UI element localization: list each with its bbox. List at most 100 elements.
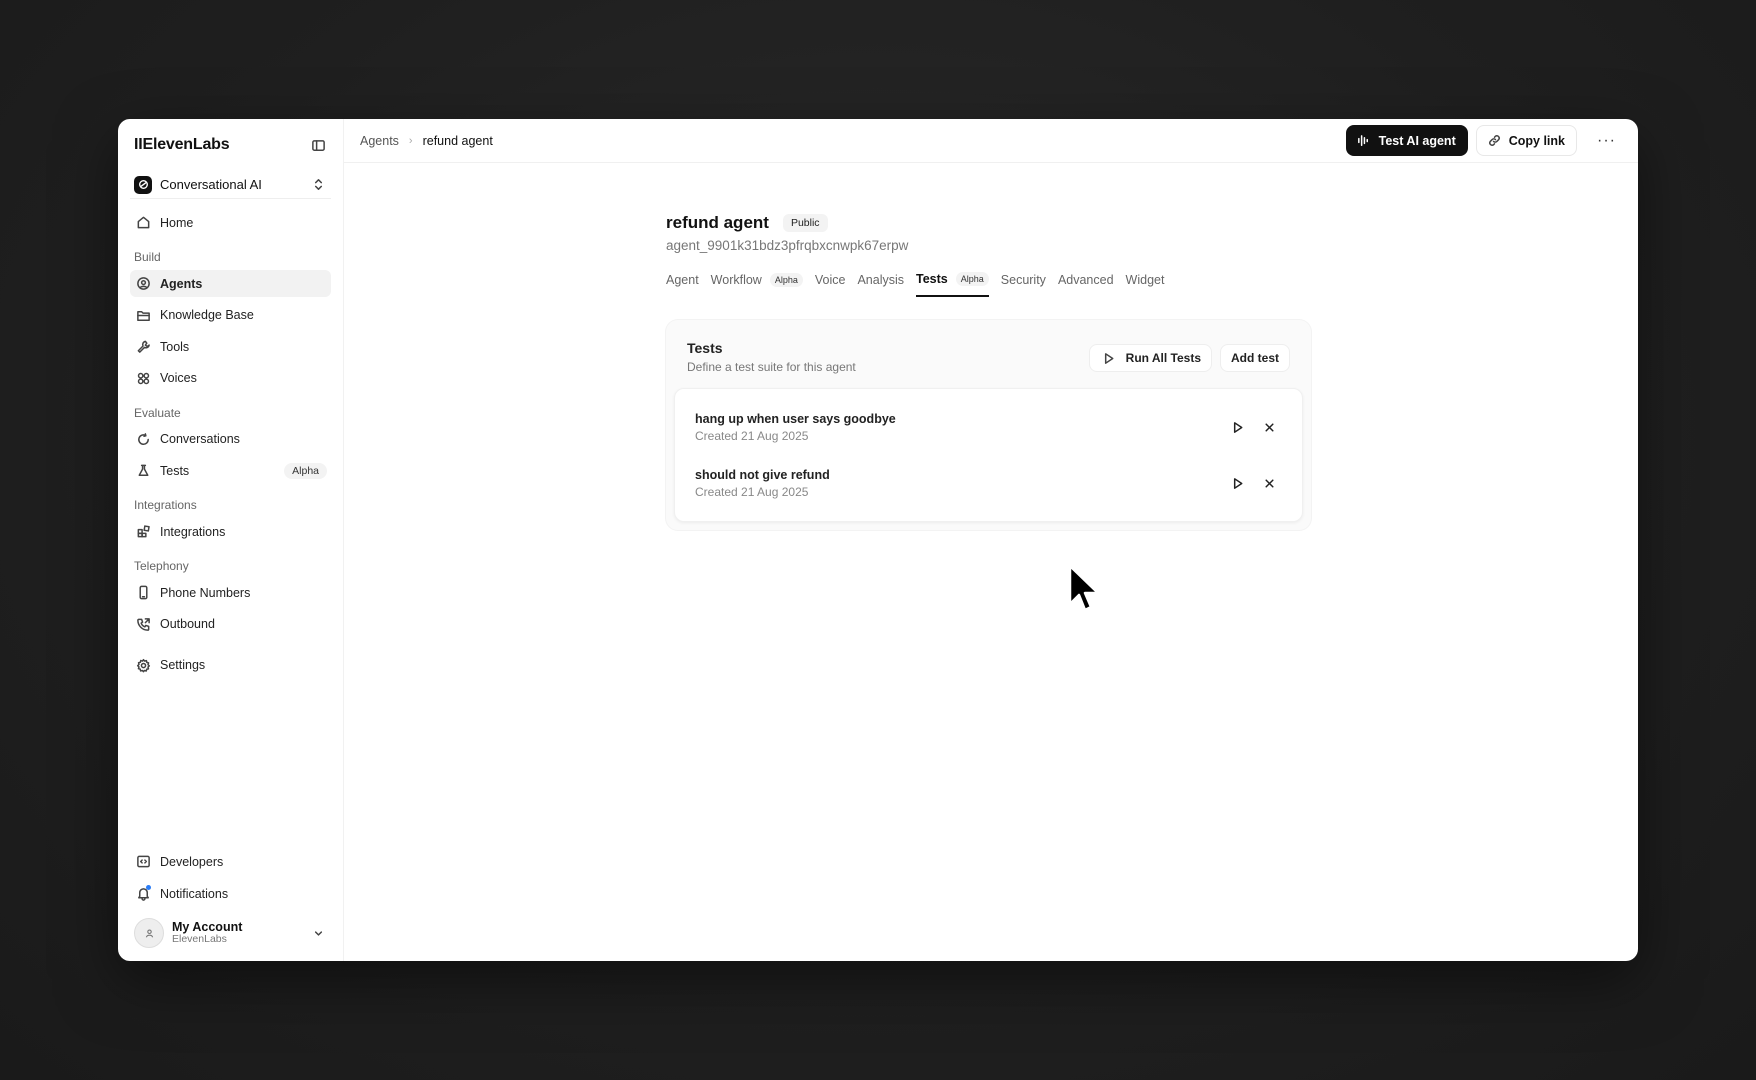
brand-logo[interactable]: IIElevenLabs bbox=[134, 136, 230, 154]
sidebar-item-integrations[interactable]: Integrations bbox=[130, 518, 331, 545]
sidebar-item-label: Conversations bbox=[160, 432, 240, 447]
test-ai-agent-button[interactable]: Test AI agent bbox=[1345, 125, 1468, 156]
account-menu[interactable]: My Account ElevenLabs bbox=[130, 915, 331, 951]
workspace-switcher[interactable]: Conversational AI bbox=[130, 171, 331, 199]
sidebar-item-home[interactable]: Home bbox=[130, 209, 331, 236]
notification-dot bbox=[146, 884, 151, 890]
sidebar-item-label: Integrations bbox=[160, 524, 226, 539]
agent-content: refund agent Public agent_9901k31bdz3pfr… bbox=[666, 213, 1311, 530]
waveform-icon bbox=[1355, 132, 1373, 150]
sidebar-item-label: Settings bbox=[160, 658, 206, 673]
sidebar-item-outbound[interactable]: Outbound bbox=[130, 611, 331, 638]
sidebar-bottom: Developers Notifications My Account Elev… bbox=[130, 848, 331, 951]
gear-icon bbox=[134, 656, 152, 674]
breadcrumb-current: refund agent bbox=[422, 133, 493, 148]
tab-analysis[interactable]: Analysis bbox=[857, 272, 904, 297]
tab-label: Tests bbox=[916, 272, 948, 286]
copy-link-button[interactable]: Copy link bbox=[1475, 125, 1577, 156]
sidebar-item-knowledge-base[interactable]: Knowledge Base bbox=[130, 302, 331, 329]
sidebar-item-label: Developers bbox=[160, 854, 224, 869]
folder-icon bbox=[134, 306, 152, 324]
workspace-icon bbox=[134, 175, 152, 194]
agent-title: refund agent bbox=[666, 213, 769, 232]
visibility-badge: Public bbox=[782, 214, 828, 232]
alpha-badge: Alpha bbox=[955, 272, 989, 286]
bell-icon bbox=[134, 884, 152, 903]
alpha-badge: Alpha bbox=[284, 462, 327, 479]
flask-icon bbox=[134, 462, 152, 480]
play-icon[interactable] bbox=[1228, 474, 1246, 492]
test-name: hang up when user says goodbye bbox=[695, 411, 896, 426]
workspace-label: Conversational AI bbox=[160, 177, 262, 192]
play-icon[interactable] bbox=[1228, 418, 1246, 436]
sidebar-item-tools[interactable]: Tools bbox=[130, 333, 331, 360]
tab-label: Widget bbox=[1125, 273, 1165, 287]
code-box-icon bbox=[134, 853, 152, 871]
more-options-icon[interactable]: ··· bbox=[1591, 125, 1622, 156]
play-icon bbox=[1100, 349, 1118, 367]
sidebar-item-tests[interactable]: Tests Alpha bbox=[130, 457, 331, 484]
test-created: Created 21 Aug 2025 bbox=[695, 484, 809, 499]
sidebar-item-agents[interactable]: Agents bbox=[130, 270, 331, 297]
sidebar-item-phone-numbers[interactable]: Phone Numbers bbox=[130, 579, 331, 606]
tab-voice[interactable]: Voice bbox=[815, 272, 846, 297]
tab-label: Advanced bbox=[1057, 273, 1114, 287]
chevron-up-down-icon bbox=[309, 176, 327, 194]
tab-advanced[interactable]: Advanced bbox=[1058, 272, 1114, 297]
main-area: Agents › refund agent Test AI agent Copy… bbox=[344, 119, 1638, 961]
add-test-button[interactable]: Add test bbox=[1220, 344, 1290, 372]
section-integrations: Integrations bbox=[134, 498, 197, 513]
tests-card-header: Tests Define a test suite for this agent… bbox=[674, 340, 1303, 374]
section-build: Build bbox=[134, 250, 161, 264]
run-all-tests-button[interactable]: Run All Tests bbox=[1088, 344, 1212, 372]
tab-security[interactable]: Security bbox=[1001, 272, 1046, 297]
wrench-icon bbox=[134, 338, 152, 356]
app-window: IIElevenLabs Conversational AI Home Buil… bbox=[118, 119, 1638, 961]
sidebar-item-voices[interactable]: Voices bbox=[130, 365, 331, 392]
tab-widget[interactable]: Widget bbox=[1126, 272, 1165, 297]
sidebar-item-notifications[interactable]: Notifications bbox=[130, 880, 331, 907]
tests-card-actions: Run All Tests Add test bbox=[1088, 344, 1290, 372]
tab-tests[interactable]: Tests Alpha bbox=[916, 272, 989, 297]
tab-label: Workflow bbox=[710, 273, 762, 287]
agent-title-row: refund agent Public bbox=[666, 213, 1306, 233]
close-icon[interactable] bbox=[1260, 474, 1278, 492]
sidebar-item-label: Tools bbox=[160, 339, 190, 354]
sidebar-item-conversations[interactable]: Conversations bbox=[130, 426, 331, 453]
test-row-actions bbox=[1228, 474, 1278, 492]
sidebar-item-settings[interactable]: Settings bbox=[130, 652, 331, 679]
sidebar-item-label: Home bbox=[160, 215, 194, 230]
alpha-badge: Alpha bbox=[769, 273, 803, 287]
tab-label: Voice bbox=[814, 273, 846, 287]
brand-row: IIElevenLabs bbox=[130, 119, 331, 171]
sidebar-item-label: Tests bbox=[160, 463, 190, 478]
tab-label: Analysis bbox=[857, 273, 905, 287]
tab-label: Security bbox=[1000, 273, 1046, 287]
section-evaluate: Evaluate bbox=[134, 405, 181, 420]
avatar bbox=[134, 918, 164, 948]
home-icon bbox=[134, 214, 152, 232]
close-icon[interactable] bbox=[1260, 418, 1278, 436]
tab-workflow[interactable]: Workflow Alpha bbox=[711, 272, 803, 297]
test-list: hang up when user says goodbye Created 2… bbox=[674, 388, 1303, 522]
sidebar-toggle-icon[interactable] bbox=[309, 136, 327, 154]
refresh-circle-icon bbox=[134, 430, 152, 448]
sidebar: IIElevenLabs Conversational AI Home Buil… bbox=[118, 119, 344, 961]
sidebar-item-label: Notifications bbox=[160, 886, 229, 901]
apps-icon bbox=[134, 523, 152, 541]
list-item[interactable]: should not give refund Created 21 Aug 20… bbox=[675, 455, 1302, 511]
copy-link-label: Copy link bbox=[1508, 133, 1565, 148]
chevron-right-icon: › bbox=[408, 134, 413, 147]
breadcrumb-agents[interactable]: Agents bbox=[360, 134, 399, 148]
tab-agent[interactable]: Agent bbox=[666, 272, 699, 297]
sidebar-item-developers[interactable]: Developers bbox=[130, 848, 331, 875]
grid-circles-icon bbox=[134, 369, 152, 387]
mouse-cursor-icon bbox=[1068, 564, 1100, 612]
agent-tabs: Agent Workflow Alpha Voice Analysis Tests… bbox=[666, 272, 1306, 298]
run-all-tests-label: Run All Tests bbox=[1125, 351, 1201, 365]
phone-device-icon bbox=[134, 584, 152, 602]
tests-card-title: Tests bbox=[687, 340, 723, 356]
topbar: Agents › refund agent Test AI agent Copy… bbox=[344, 119, 1638, 163]
section-telephony: Telephony bbox=[134, 559, 189, 574]
list-item[interactable]: hang up when user says goodbye Created 2… bbox=[675, 399, 1302, 455]
